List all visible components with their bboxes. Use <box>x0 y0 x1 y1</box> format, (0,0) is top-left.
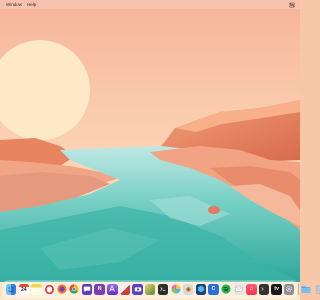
firefox-icon[interactable] <box>57 284 67 295</box>
maps-icon[interactable] <box>119 284 131 295</box>
chat-icon[interactable] <box>81 284 93 295</box>
spotify-icon[interactable] <box>221 284 231 295</box>
music-icon[interactable]: ♫ <box>246 284 257 295</box>
terminal-icon[interactable] <box>157 284 169 295</box>
desktop-wallpaper <box>0 0 300 300</box>
folder-icon[interactable] <box>301 284 311 294</box>
appletv-icon[interactable]: tv <box>271 284 282 295</box>
calendar-day: 24 <box>21 287 27 294</box>
control-center-icon[interactable] <box>289 2 295 8</box>
terminal2-icon[interactable] <box>258 284 270 295</box>
settings-icon[interactable] <box>284 284 295 295</box>
appstore-icon[interactable] <box>107 284 118 295</box>
blender-icon[interactable] <box>182 284 194 295</box>
chrome-icon[interactable] <box>69 284 80 295</box>
dock-separator <box>297 284 299 295</box>
hex-app-icon[interactable] <box>195 284 206 295</box>
menu-window[interactable]: Window <box>6 0 22 9</box>
photos-icon[interactable] <box>145 284 156 295</box>
camera-icon[interactable] <box>132 284 143 295</box>
onenote-icon[interactable]: N <box>94 284 105 295</box>
c-app-icon[interactable]: C <box>208 284 219 295</box>
calendar-icon[interactable]: 24 <box>18 284 30 295</box>
menu-help[interactable]: Help <box>27 0 36 9</box>
dock: 24 N C ♫ tv <box>3 281 320 298</box>
trash-icon[interactable] <box>313 284 320 295</box>
finder-icon[interactable] <box>6 284 17 295</box>
color-wheel-icon[interactable] <box>170 284 181 295</box>
opera-icon[interactable] <box>43 284 55 295</box>
mail-icon[interactable] <box>233 284 244 295</box>
menu-bar: Window Help <box>0 0 300 9</box>
notes-icon[interactable] <box>31 284 42 295</box>
